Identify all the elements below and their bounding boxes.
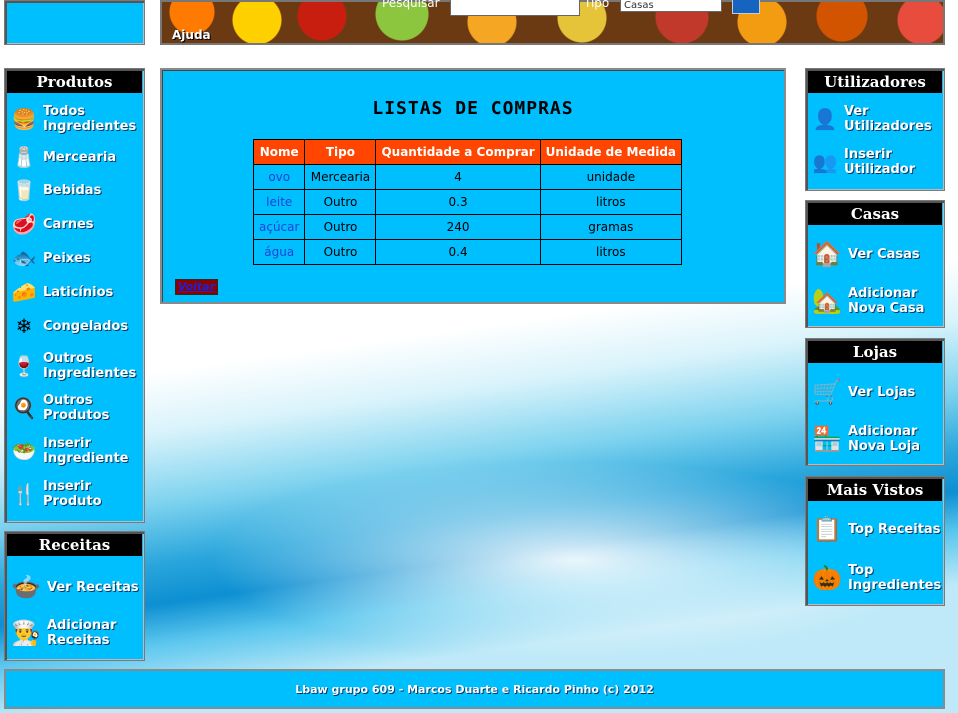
fish-icon: 🐟 xyxy=(11,246,37,270)
type-label: Tipo xyxy=(584,0,610,10)
table-row: água Outro 0.4 litros xyxy=(252,239,683,265)
recipes-panel: Receitas 🍲 Ver Receitas 👨‍🍳 Adicionar Rece… xyxy=(4,531,145,661)
grocery-icon: 🧂 xyxy=(11,145,37,169)
glass-icon: 🥛 xyxy=(11,178,37,202)
table-row: ovo Mercearia 4 unidade xyxy=(252,164,683,190)
item-name-link[interactable]: ovo xyxy=(252,164,306,190)
header-banner: Pesquisar Tipo Casas Ajuda xyxy=(160,0,945,45)
houses-title: Casas xyxy=(808,203,942,225)
table-row: leite Outro 0.3 litros xyxy=(252,189,683,215)
shopping-lists-panel: LISTAS DE COMPRAS Nome Tipo Quantidade a… xyxy=(160,68,786,304)
item-type: Outro xyxy=(304,214,377,240)
clipboard-icon: 📋 xyxy=(812,515,842,543)
pot-icon: 🍲 xyxy=(11,573,41,601)
houses-panel: Casas 🏠 Ver Casas 🏡 Adicionar Nova Casa xyxy=(805,200,945,328)
users-panel: Utilizadores 👤 Ver Utilizadores 👥 Inserir … xyxy=(805,68,945,191)
most-viewed-panel: Mais Vistos 📋 Top Receitas 🎃 Top Ingredien… xyxy=(805,476,945,606)
column-header-nome: Nome xyxy=(252,139,306,165)
table-row: açúcar Outro 240 gramas xyxy=(252,214,683,240)
item-quantity: 0.3 xyxy=(375,189,541,215)
add-user-icon: 👥 xyxy=(812,150,838,174)
sidebar-item-peixes[interactable]: 🐟 Peixes xyxy=(9,243,91,273)
sidebar-item-adicionar-receitas[interactable]: 👨‍🍳 Adicionar Receitas xyxy=(9,616,127,650)
logo-box[interactable] xyxy=(4,0,145,45)
item-name-link[interactable]: leite xyxy=(252,189,306,215)
cart-icon: 🛒 xyxy=(812,378,842,406)
burger-icon: 🍔 xyxy=(11,107,37,131)
users-title: Utilizadores xyxy=(808,71,942,93)
pumpkin-icon: 🎃 xyxy=(812,564,842,592)
sidebar-item-top-ingredientes[interactable]: 🎃 Top Ingredientes xyxy=(810,561,943,595)
dairy-icon: 🧀 xyxy=(11,280,37,304)
sidebar-item-adicionar-nova-loja[interactable]: 🏪 Adicionar Nova Loja xyxy=(810,422,933,456)
sidebar-item-ver-receitas[interactable]: 🍲 Ver Receitas xyxy=(9,570,139,604)
column-header-quantidade: Quantidade a Comprar xyxy=(375,139,541,165)
user-icon: 👤 xyxy=(812,107,838,131)
sidebar-item-bebidas[interactable]: 🥛 Bebidas xyxy=(9,175,102,205)
add-store-icon: 🏪 xyxy=(812,425,842,453)
item-quantity: 0.4 xyxy=(375,239,541,265)
search-button[interactable] xyxy=(732,0,760,14)
sidebar-item-mercearia[interactable]: 🧂 Mercearia xyxy=(9,142,117,172)
fork-knife-icon: 🍴 xyxy=(11,482,37,506)
sidebar-item-inserir-ingrediente[interactable]: 🥗 Inserir Ingrediente xyxy=(9,436,133,466)
recipes-title: Receitas xyxy=(7,534,142,556)
item-type: Outro xyxy=(304,239,377,265)
column-header-tipo: Tipo xyxy=(304,139,377,165)
most-viewed-title: Mais Vistos xyxy=(808,479,942,501)
table-header-row: Nome Tipo Quantidade a Comprar Unidade d… xyxy=(252,139,683,165)
stores-panel: Lojas 🛒 Ver Lojas 🏪 Adicionar Nova Loja xyxy=(805,338,945,466)
house-icon: 🏠 xyxy=(812,240,842,268)
sidebar-item-ver-lojas[interactable]: 🛒 Ver Lojas xyxy=(810,375,915,409)
type-select[interactable]: Casas xyxy=(620,0,722,12)
item-unit: litros xyxy=(539,189,683,215)
add-house-icon: 🏡 xyxy=(812,287,842,315)
item-unit: litros xyxy=(539,239,683,265)
sidebar-item-carnes[interactable]: 🥩 Carnes xyxy=(9,209,94,239)
item-type: Mercearia xyxy=(304,164,377,190)
sidebar-item-congelados[interactable]: ❄ Congelados xyxy=(9,311,128,341)
back-button[interactable]: Voltar xyxy=(175,279,219,295)
item-quantity: 4 xyxy=(375,164,541,190)
snowflake-icon: ❄ xyxy=(15,314,33,338)
sidebar-item-outros-ingredientes[interactable]: 🍷 Outros Ingredientes xyxy=(9,351,138,381)
ingredients-icon: 🍷 xyxy=(11,354,37,378)
meat-icon: 🥩 xyxy=(11,212,37,236)
item-quantity: 240 xyxy=(375,214,541,240)
shopping-list-table: Nome Tipo Quantidade a Comprar Unidade d… xyxy=(252,139,683,265)
help-link[interactable]: Ajuda xyxy=(172,28,211,42)
search-input[interactable] xyxy=(450,0,580,16)
products-panel: Produtos 🍔 Todos Ingredientes 🧂 Mercearia … xyxy=(4,68,145,523)
footer: Lbaw grupo 609 - Marcos Duarte e Ricardo… xyxy=(4,669,945,709)
sidebar-item-inserir-produto[interactable]: 🍴 Inserir Produto xyxy=(9,479,113,509)
sidebar-item-ver-casas[interactable]: 🏠 Ver Casas xyxy=(810,237,920,271)
sidebar-item-todos-ingredientes[interactable]: 🍔 Todos Ingredientes xyxy=(9,104,138,134)
sidebar-item-top-receitas[interactable]: 📋 Top Receitas xyxy=(810,512,940,546)
sidebar-item-ver-utilizadores[interactable]: 👤 Ver Utilizadores xyxy=(810,104,934,134)
stores-title: Lojas xyxy=(808,341,942,363)
sidebar-item-laticinios[interactable]: 🧀 Laticínios xyxy=(9,277,114,307)
sidebar-item-adicionar-nova-casa[interactable]: 🏡 Adicionar Nova Casa xyxy=(810,284,933,318)
chef-hat-icon: 👨‍🍳 xyxy=(11,619,41,647)
item-unit: unidade xyxy=(539,164,683,190)
item-unit: gramas xyxy=(539,214,683,240)
sidebar-item-inserir-utilizador[interactable]: 👥 Inserir Utilizador xyxy=(810,147,924,177)
item-name-link[interactable]: açúcar xyxy=(252,214,306,240)
sidebar-item-outros-produtos[interactable]: 🍳 Outros Produtos xyxy=(9,393,123,423)
insert-ingredient-icon: 🥗 xyxy=(11,439,37,463)
footer-text: Lbaw grupo 609 - Marcos Duarte e Ricardo… xyxy=(295,682,654,696)
search-label: Pesquisar xyxy=(382,0,440,10)
pan-icon: 🍳 xyxy=(11,396,37,420)
products-title: Produtos xyxy=(7,71,142,93)
item-name-link[interactable]: água xyxy=(252,239,306,265)
page-title: LISTAS DE COMPRAS xyxy=(372,98,574,119)
item-type: Outro xyxy=(304,189,377,215)
column-header-unidade: Unidade de Medida xyxy=(539,139,683,165)
